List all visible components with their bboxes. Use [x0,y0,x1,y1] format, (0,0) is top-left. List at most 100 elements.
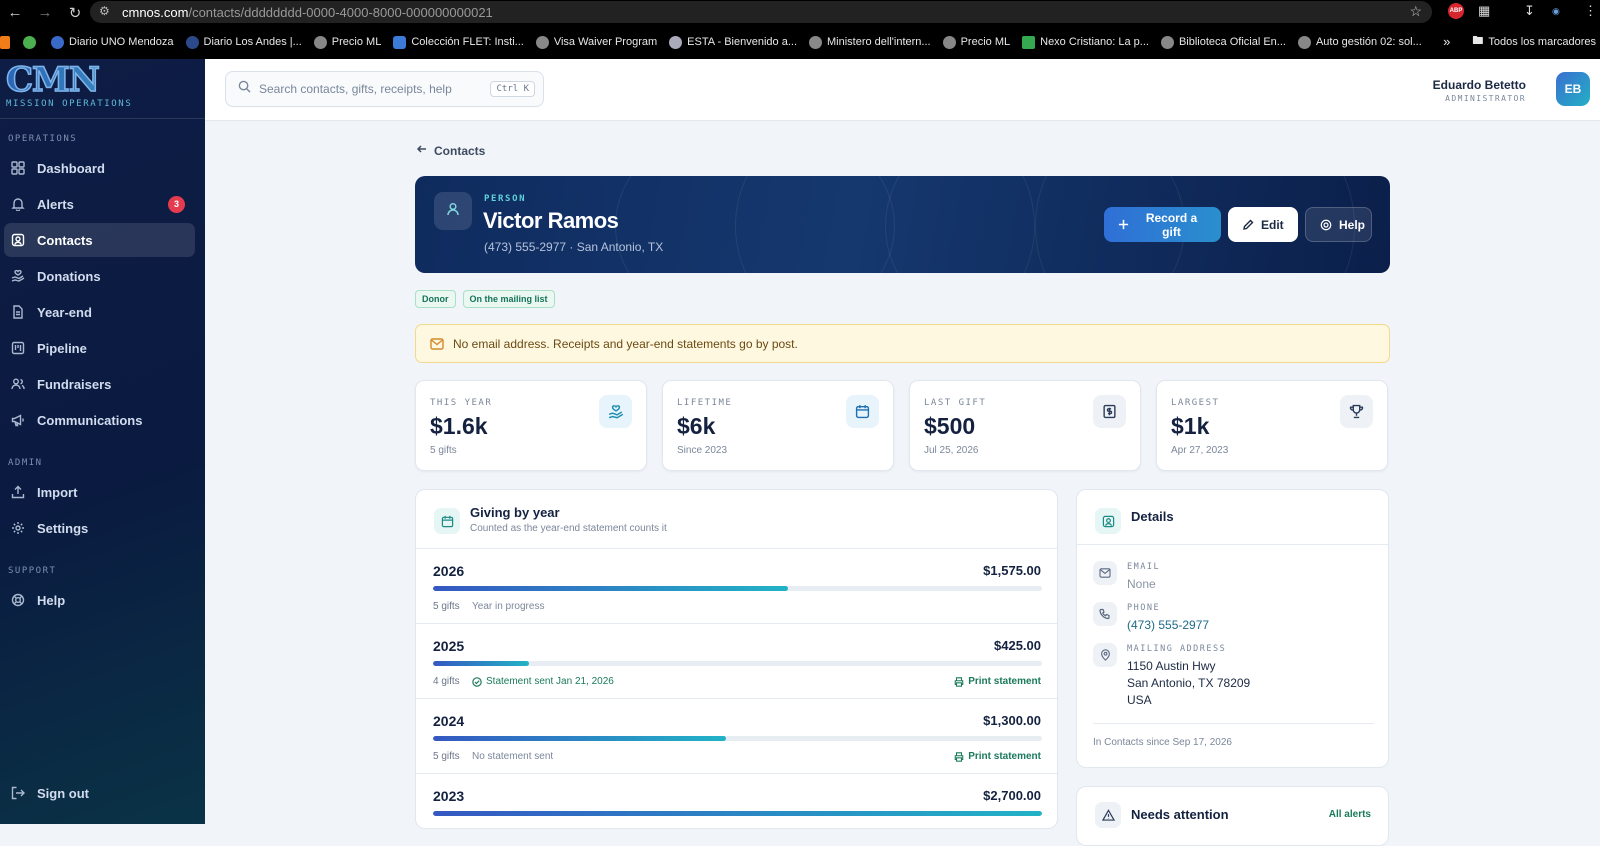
map-pin-icon [1093,643,1117,667]
adblock-extension-icon[interactable]: ABP [1448,3,1464,19]
stat-card-largest: LARGEST $1k Apr 27, 2023 [1156,380,1388,471]
contact-since: In Contacts since Sep 17, 2026 [1093,737,1232,748]
address-line: USA [1127,693,1152,707]
detail-label: PHONE [1127,603,1161,613]
logo-mark: CMN [5,62,199,98]
bookmark-item[interactable]: Visa Waiver Program [535,35,657,49]
bookmark-favicon[interactable] [23,35,41,49]
search-input[interactable] [259,82,479,96]
bookmark-item[interactable]: Colección FLET: Insti... [393,35,524,49]
bookmarks-overflow: » 🖿 Todos los marcadores [1443,32,1600,51]
chevron-double-right-icon[interactable]: » [1443,34,1450,49]
tag-mailing-list: On the mailing list [462,290,555,308]
sidebar-item-help[interactable]: Help [4,583,195,617]
year-amount: $2,700.00 [983,788,1041,803]
sidebar-item-donations[interactable]: Donations [4,259,195,293]
sidebar-item-import[interactable]: Import [4,475,195,509]
record-gift-button[interactable]: Record a gift [1104,207,1221,242]
stat-sub: Apr 27, 2023 [1171,445,1229,456]
address-line: San Antonio, TX 78209 [1127,676,1251,690]
top-bar: Ctrl K Eduardo Betetto ADMINISTRATOR EB [205,59,1600,121]
downloads-icon[interactable]: ↧ [1524,3,1535,19]
year-progress-track [433,811,1042,816]
bookmark-item[interactable]: Precio ML [942,35,1010,49]
sidebar-item-label: Alerts [37,196,74,212]
phone-link[interactable]: (473) 555-2977 [1127,617,1209,634]
hand-heart-icon [599,395,632,428]
stat-card-lifetime: LIFETIME $6k Since 2023 [662,380,894,471]
phone-icon [1093,602,1117,626]
reload-icon[interactable]: ↻ [60,4,90,22]
bookmark-item[interactable]: Auto gestión 02: sol... [1297,35,1422,49]
sidebar-item-fundraisers[interactable]: Fundraisers [4,367,195,401]
browser-menu-icon[interactable]: ⋮ [1584,3,1597,19]
sidebar-item-settings[interactable]: Settings [4,511,195,545]
forward-arrow-icon[interactable]: → [30,4,60,21]
print-statement-link[interactable]: Print statement [954,751,1041,762]
bell-icon [10,197,25,212]
year-row: 2023 $2,700.00 [416,774,1057,828]
bookmark-item[interactable]: Biblioteca Oficial En... [1160,35,1286,49]
search-shortcut-hint: Ctrl K [490,81,535,97]
year-label: 2023 [433,788,465,804]
sidebar-item-communications[interactable]: Communications [4,403,195,437]
sidebar-item-dashboard[interactable]: Dashboard [4,151,195,185]
upload-icon [10,485,25,500]
globe-icon [942,35,956,49]
profile-extension-icon[interactable]: ◉ [1552,6,1560,17]
bookmark-favicon-icon [669,35,683,49]
logo[interactable]: CMN MISSION OPERATIONS [0,59,205,119]
search-box[interactable]: Ctrl K [225,71,544,107]
mail-icon [1093,561,1117,585]
sidebar-item-contacts[interactable]: Contacts [4,223,195,257]
user-info[interactable]: Eduardo Betetto ADMINISTRATOR [1433,78,1526,103]
year-progress-fill [433,811,1042,816]
sidebar-item-pipeline[interactable]: Pipeline [4,331,195,365]
site-settings-icon[interactable]: ⚙ [99,4,110,18]
all-bookmarks-folder[interactable]: Todos los marcadores [1488,36,1596,48]
all-alerts-link[interactable]: All alerts [1329,809,1371,820]
sidebar-item-label: Import [37,484,78,500]
extensions-puzzle-icon[interactable]: ▦ [1478,3,1490,19]
browser-chrome: ← → ↻ ⚙ cmnos.com/contacts/dddddddd-0000… [0,0,1600,59]
bookmark-favicon-icon [393,35,407,49]
sidebar-item-label: Donations [37,268,101,284]
back-arrow-icon[interactable]: ← [0,4,30,21]
year-status-text: Year in progress [472,601,545,612]
bookmark-item[interactable]: ESTA - Bienvenido a... [669,35,797,49]
stat-sub: Since 2023 [677,445,728,456]
tag-donor: Donor [415,290,456,308]
year-status-text: No statement sent [472,751,554,762]
print-statement-link[interactable]: Print statement [954,676,1041,687]
trophy-icon [1340,395,1373,428]
card-subtitle: Counted as the year-end statement counts… [470,523,667,534]
section-label-admin: ADMIN [8,458,43,468]
help-button[interactable]: Help [1305,207,1372,242]
bookmark-item[interactable]: Diario Los Andes |... [185,35,302,49]
bookmark-item[interactable]: Nexo Cristiano: La p... [1022,35,1149,49]
year-amount: $1,575.00 [983,563,1041,578]
sign-out-button[interactable]: Sign out [4,776,195,810]
bookmark-item[interactable]: Ministero dell'intern... [809,35,931,49]
lifebuoy-icon [1320,219,1332,231]
avatar[interactable]: EB [1556,72,1590,106]
stat-sub: 5 gifts [430,445,457,456]
url-bar[interactable]: ⚙ cmnos.com/contacts/dddddddd-0000-4000-… [90,1,1432,23]
year-gift-count: 5 gifts [433,601,460,612]
bookmark-star-icon[interactable]: ☆ [1409,3,1422,20]
print-statement-label: Print statement [968,676,1041,687]
search-icon [238,80,251,98]
sidebar-item-year-end[interactable]: Year-end [4,295,195,329]
bookmark-item[interactable]: Precio ML [313,35,381,49]
card-title: Giving by year [470,505,560,520]
year-progress-fill [433,661,529,666]
detail-value: 1150 Austin Hwy San Antonio, TX 78209 US… [1127,658,1250,709]
printer-icon [954,751,964,762]
stat-label: THIS YEAR [430,398,493,408]
receipt-icon [1093,395,1126,428]
back-to-contacts-link[interactable]: Contacts [416,143,485,158]
edit-button[interactable]: Edit [1228,207,1298,242]
sidebar-item-alerts[interactable]: Alerts 3 [4,187,195,221]
bookmark-favicon[interactable] [0,35,15,49]
bookmark-item[interactable]: Diario UNO Mendoza [51,35,174,49]
